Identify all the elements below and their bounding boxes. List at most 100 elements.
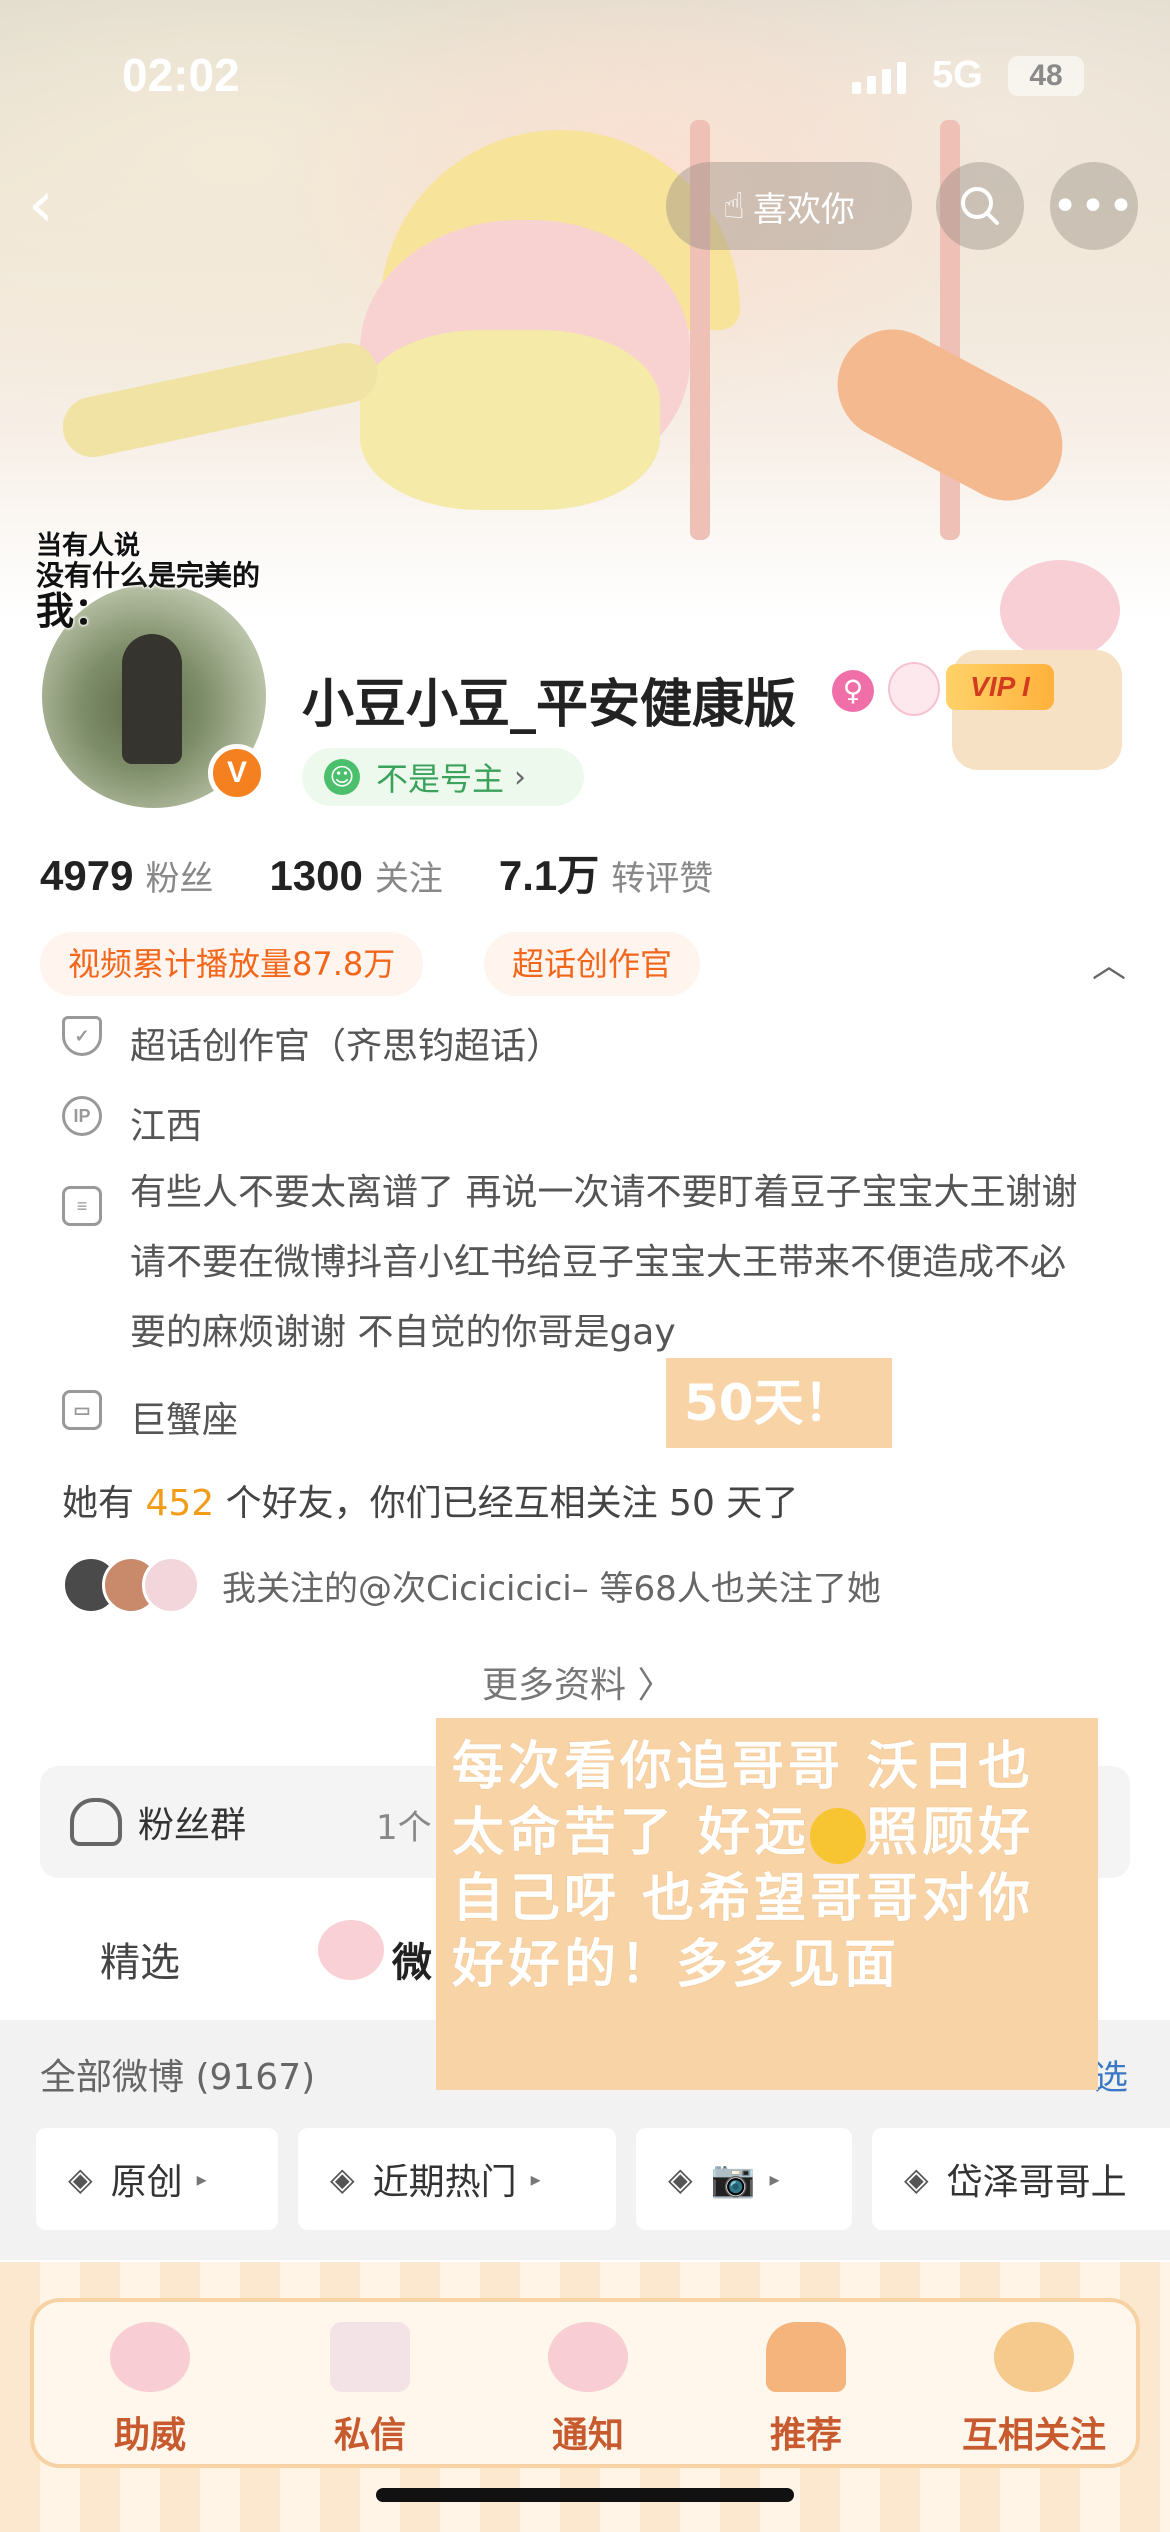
back-arrow-icon[interactable]: ‹ [28, 170, 88, 240]
chevron-up-icon[interactable]: ︿ [1092, 938, 1126, 987]
filter-chip-original[interactable]: ◈ 原创 ▸ [36, 2128, 278, 2230]
document-icon: ≡ [62, 1186, 102, 1226]
bio-text: 有些人不要太离谱了 再说一次请不要盯着豆子宝宝大王谢谢 请不要在微博抖音小红书给… [130, 1172, 1078, 1353]
avatar-figure [122, 634, 182, 764]
friends-summary: 她有 452 个好友，你们已经互相关注 50 天了 [62, 1474, 798, 1526]
triangle-right-icon: ▸ [769, 2167, 780, 2191]
friends-suffix: 个好友，你们已经互相关注 50 天了 [214, 1483, 799, 1524]
tab-weibo[interactable]: 微 [392, 1930, 432, 1988]
nav-label: 互相关注 [961, 2415, 1106, 2456]
stat-label: 关注 [374, 859, 443, 899]
status-time: 02:02 [122, 49, 240, 101]
stat-interactions[interactable]: 7.1万 转评赞 [499, 842, 713, 903]
chevron-right-icon: › [514, 759, 527, 795]
avatar-caption-line: 我： [36, 589, 113, 634]
house-icon [766, 2322, 846, 2392]
nav-notifications[interactable]: 通知 [508, 2302, 668, 2472]
pig-tab-icon [318, 1920, 384, 1980]
profile-screen: 02:02 5G 48 ‹ ☝ 喜欢你 ••• 当有人说 没有什么是完美的 我：… [0, 0, 1170, 2532]
stat-followers[interactable]: 4979 粉丝 [40, 851, 213, 900]
pig-notify-icon [548, 2322, 628, 2392]
filter-chip-camera[interactable]: ◈ 📷 ▸ [636, 2128, 852, 2230]
stat-value: 4979 [40, 852, 134, 899]
not-owner-button[interactable]: ☺ 不是号主 › [302, 748, 584, 806]
creator-tag[interactable]: 超话创作官 [484, 932, 701, 996]
search-icon[interactable] [936, 162, 1024, 250]
mutual-followers-text: 我关注的@次Cicicicici– 等68人也关注了她 [222, 1568, 881, 1609]
hand-like-icon: ☝ [723, 185, 745, 227]
envelope-icon [330, 2322, 410, 2392]
shield-check-icon: ✓ [62, 1016, 102, 1056]
profile-stats: 4979 粉丝 1300 关注 7.1万 转评赞 [40, 842, 769, 903]
stat-label: 转评赞 [611, 859, 714, 899]
more-dots-icon[interactable]: ••• [1050, 162, 1138, 250]
nav-recommend[interactable]: 推荐 [726, 2302, 886, 2472]
video-plays-tag[interactable]: 视频累计播放量87.8万 [40, 932, 424, 996]
avatar [142, 1556, 200, 1614]
smile-icon: ☺ [324, 759, 360, 795]
stat-value: 7.1万 [498, 852, 600, 899]
like-button[interactable]: ☝ 喜欢你 [666, 162, 912, 250]
info-zodiac: ▭ 巨蟹座 [62, 1386, 238, 1456]
like-label: 喜欢你 [752, 189, 855, 230]
layers-icon: ◈ [668, 2160, 693, 2198]
network-label: 5G [932, 54, 983, 96]
ip-location-icon: IP [62, 1096, 102, 1136]
filter-link[interactable]: 选 [1094, 2050, 1128, 2099]
triangle-right-icon: ▸ [530, 2167, 541, 2191]
battery-icon: 48 [1008, 56, 1084, 96]
female-gender-icon: ♀ [832, 670, 874, 712]
stat-value: 1300 [269, 852, 363, 899]
avatar-caption: 当有人说 没有什么是完美的 我： [36, 532, 260, 633]
sticky-note-message: 每次看你追哥哥 沃日也太命苦了 好远 照顾好自己呀 也希望哥哥对你好好的！多多见面 [436, 1718, 1098, 2090]
fans-group-label: 粉丝群 [138, 1805, 247, 1846]
layers-icon: ◈ [904, 2160, 929, 2198]
bunny-badge-icon[interactable] [888, 662, 940, 716]
all-weibo-count: 全部微博 (9167) [40, 2057, 316, 2098]
stat-following[interactable]: 1300 关注 [269, 851, 442, 900]
nav-mutual-follow[interactable]: 互相关注 [924, 2302, 1144, 2472]
pig-bread-icon [994, 2322, 1074, 2392]
vip-badge[interactable]: VIP I [946, 664, 1054, 710]
bottom-nav-panel: 助威 私信 通知 推荐 互相关注 [30, 2298, 1140, 2468]
chip-label: 岱泽哥哥上 [946, 2162, 1127, 2203]
nav-label: 助威 [113, 2415, 186, 2456]
nav-label: 推荐 [769, 2415, 842, 2456]
triangle-right-icon: ▸ [196, 2167, 207, 2191]
stat-label: 粉丝 [145, 859, 214, 899]
more-info-link[interactable]: 更多资料 〉 [482, 1656, 673, 1708]
avatar-caption-line: 当有人说 [36, 531, 141, 561]
info-supertopic[interactable]: ✓ 超话创作官（齐思钧超话） [62, 1012, 562, 1082]
home-indicator[interactable] [376, 2488, 794, 2502]
nav-messages[interactable]: 私信 [290, 2302, 450, 2472]
filter-chip-daize[interactable]: ◈ 岱泽哥哥上 [872, 2128, 1170, 2230]
layers-icon: ◈ [330, 2160, 355, 2198]
info-ip: IP 江西 [62, 1092, 202, 1162]
fans-group-count: 1个 [376, 1808, 432, 1848]
friends-prefix: 她有 [62, 1483, 146, 1524]
friends-count[interactable]: 452 [145, 1483, 214, 1524]
chip-label: 近期热门 [372, 2162, 517, 2203]
ip-text: 江西 [130, 1106, 203, 1147]
pig-cheer-icon [110, 2322, 190, 2392]
not-owner-label: 不是号主 [376, 760, 505, 798]
banner-seesaw [57, 337, 383, 463]
info-bio: ≡ 有些人不要太离谱了 再说一次请不要盯着豆子宝宝大王谢谢 请不要在微博抖音小红… [62, 1172, 1102, 1368]
nav-label: 私信 [333, 2415, 406, 2456]
group-people-icon [70, 1798, 122, 1846]
verified-badge-icon: V [208, 744, 266, 802]
nav-cheer[interactable]: 助威 [70, 2302, 230, 2472]
chip-label: 原创 [110, 2162, 183, 2203]
filter-chip-recent-hot[interactable]: ◈ 近期热门 ▸ [298, 2128, 616, 2230]
camera-icon: 📷 [710, 2159, 756, 2200]
sticky-note-days: 50天！ [666, 1358, 892, 1448]
supertopic-text: 超话创作官（齐思钧超话） [130, 1026, 563, 1067]
mutual-followers-row[interactable]: 我关注的@次Cicicicici– 等68人也关注了她 [62, 1556, 881, 1614]
signal-icon [852, 60, 912, 94]
avatar-caption-line: 没有什么是完美的 [36, 558, 261, 592]
nav-label: 通知 [551, 2415, 624, 2456]
crying-face-icon [810, 1808, 867, 1864]
layers-icon: ◈ [68, 2160, 93, 2198]
zodiac-text: 巨蟹座 [130, 1400, 239, 1441]
tab-featured[interactable]: 精选 [100, 1930, 180, 1988]
